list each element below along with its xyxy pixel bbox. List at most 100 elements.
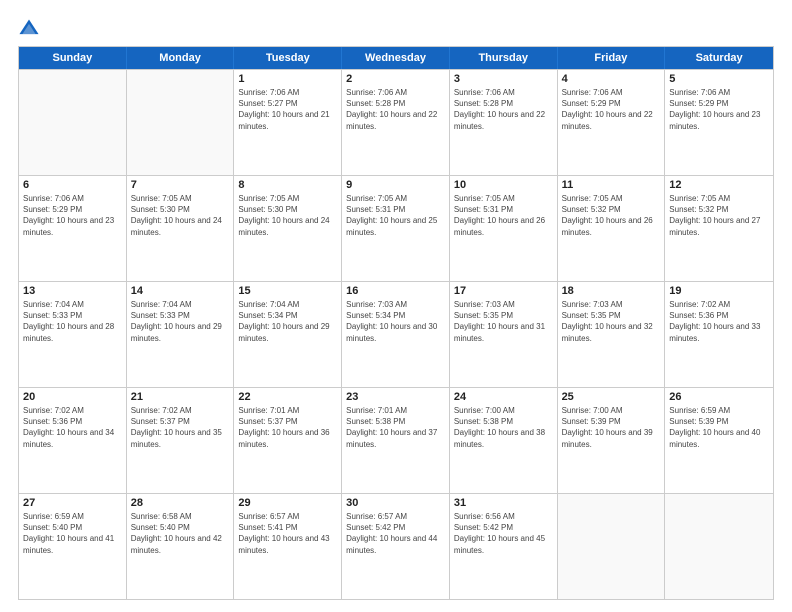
cell-info: Sunrise: 6:57 AM Sunset: 5:42 PM Dayligh… xyxy=(346,511,445,556)
cell-info: Sunrise: 7:00 AM Sunset: 5:38 PM Dayligh… xyxy=(454,405,553,450)
cell-info: Sunrise: 6:56 AM Sunset: 5:42 PM Dayligh… xyxy=(454,511,553,556)
day-number: 20 xyxy=(23,391,122,403)
day-number: 16 xyxy=(346,285,445,297)
calendar-cell: 16 Sunrise: 7:03 AM Sunset: 5:34 PM Dayli… xyxy=(342,282,450,387)
cell-info: Sunrise: 7:04 AM Sunset: 5:33 PM Dayligh… xyxy=(23,299,122,344)
day-number: 7 xyxy=(131,179,230,191)
calendar-cell: 1 Sunrise: 7:06 AM Sunset: 5:27 PM Daylig… xyxy=(234,70,342,175)
calendar: SundayMondayTuesdayWednesdayThursdayFrid… xyxy=(18,46,774,600)
day-number: 30 xyxy=(346,497,445,509)
cell-info: Sunrise: 7:02 AM Sunset: 5:36 PM Dayligh… xyxy=(669,299,769,344)
calendar-cell: 30 Sunrise: 6:57 AM Sunset: 5:42 PM Dayli… xyxy=(342,494,450,599)
calendar-cell: 10Sunrise: 7:05 AM Sunset: 5:31 PM Dayli… xyxy=(450,176,558,281)
calendar-row-1: 1 Sunrise: 7:06 AM Sunset: 5:27 PM Daylig… xyxy=(19,69,773,175)
cell-info: Sunrise: 6:57 AM Sunset: 5:41 PM Dayligh… xyxy=(238,511,337,556)
calendar-cell: 18Sunrise: 7:03 AM Sunset: 5:35 PM Dayli… xyxy=(558,282,666,387)
calendar-cell: 17 Sunrise: 7:03 AM Sunset: 5:35 PM Dayli… xyxy=(450,282,558,387)
cell-info: Sunrise: 7:04 AM Sunset: 5:34 PM Dayligh… xyxy=(238,299,337,344)
cell-info: Sunrise: 7:04 AM Sunset: 5:33 PM Dayligh… xyxy=(131,299,230,344)
cell-info: Sunrise: 6:59 AM Sunset: 5:39 PM Dayligh… xyxy=(669,405,769,450)
calendar-cell: 24 Sunrise: 7:00 AM Sunset: 5:38 PM Dayli… xyxy=(450,388,558,493)
day-number: 27 xyxy=(23,497,122,509)
cell-info: Sunrise: 7:06 AM Sunset: 5:28 PM Dayligh… xyxy=(346,87,445,132)
day-number: 18 xyxy=(562,285,661,297)
calendar-cell: 26 Sunrise: 6:59 AM Sunset: 5:39 PM Dayli… xyxy=(665,388,773,493)
day-number: 23 xyxy=(346,391,445,403)
day-header-thursday: Thursday xyxy=(450,47,558,69)
day-number: 12 xyxy=(669,179,769,191)
day-number: 17 xyxy=(454,285,553,297)
cell-info: Sunrise: 7:05 AM Sunset: 5:30 PM Dayligh… xyxy=(131,193,230,238)
cell-info: Sunrise: 7:05 AM Sunset: 5:31 PM Dayligh… xyxy=(454,193,553,238)
calendar-cell: 9Sunrise: 7:05 AM Sunset: 5:31 PM Daylig… xyxy=(342,176,450,281)
day-number: 5 xyxy=(669,73,769,85)
day-number: 28 xyxy=(131,497,230,509)
day-number: 22 xyxy=(238,391,337,403)
calendar-cell: 20 Sunrise: 7:02 AM Sunset: 5:36 PM Dayli… xyxy=(19,388,127,493)
calendar-cell: 19 Sunrise: 7:02 AM Sunset: 5:36 PM Dayli… xyxy=(665,282,773,387)
day-number: 1 xyxy=(238,73,337,85)
cell-info: Sunrise: 7:02 AM Sunset: 5:37 PM Dayligh… xyxy=(131,405,230,450)
calendar-row-5: 27 Sunrise: 6:59 AM Sunset: 5:40 PM Dayli… xyxy=(19,493,773,599)
cell-info: Sunrise: 7:03 AM Sunset: 5:34 PM Dayligh… xyxy=(346,299,445,344)
calendar-cell: 22 Sunrise: 7:01 AM Sunset: 5:37 PM Dayli… xyxy=(234,388,342,493)
calendar-cell xyxy=(19,70,127,175)
calendar-cell: 14 Sunrise: 7:04 AM Sunset: 5:33 PM Dayli… xyxy=(127,282,235,387)
cell-info: Sunrise: 7:05 AM Sunset: 5:30 PM Dayligh… xyxy=(238,193,337,238)
calendar-cell: 8 Sunrise: 7:05 AM Sunset: 5:30 PM Daylig… xyxy=(234,176,342,281)
page: SundayMondayTuesdayWednesdayThursdayFrid… xyxy=(0,0,792,612)
cell-info: Sunrise: 7:06 AM Sunset: 5:28 PM Dayligh… xyxy=(454,87,553,132)
day-number: 15 xyxy=(238,285,337,297)
calendar-cell: 25Sunrise: 7:00 AM Sunset: 5:39 PM Dayli… xyxy=(558,388,666,493)
day-header-friday: Friday xyxy=(558,47,666,69)
calendar-body: 1 Sunrise: 7:06 AM Sunset: 5:27 PM Daylig… xyxy=(19,69,773,599)
logo xyxy=(18,18,44,40)
day-number: 14 xyxy=(131,285,230,297)
day-number: 8 xyxy=(238,179,337,191)
calendar-cell: 5 Sunrise: 7:06 AM Sunset: 5:29 PM Daylig… xyxy=(665,70,773,175)
calendar-cell: 6 Sunrise: 7:06 AM Sunset: 5:29 PM Daylig… xyxy=(19,176,127,281)
day-number: 3 xyxy=(454,73,553,85)
calendar-cell xyxy=(127,70,235,175)
day-header-tuesday: Tuesday xyxy=(234,47,342,69)
day-header-monday: Monday xyxy=(127,47,235,69)
cell-info: Sunrise: 6:59 AM Sunset: 5:40 PM Dayligh… xyxy=(23,511,122,556)
calendar-cell: 28 Sunrise: 6:58 AM Sunset: 5:40 PM Dayli… xyxy=(127,494,235,599)
cell-info: Sunrise: 7:06 AM Sunset: 5:27 PM Dayligh… xyxy=(238,87,337,132)
cell-info: Sunrise: 7:05 AM Sunset: 5:32 PM Dayligh… xyxy=(562,193,661,238)
cell-info: Sunrise: 7:01 AM Sunset: 5:38 PM Dayligh… xyxy=(346,405,445,450)
cell-info: Sunrise: 7:01 AM Sunset: 5:37 PM Dayligh… xyxy=(238,405,337,450)
cell-info: Sunrise: 7:06 AM Sunset: 5:29 PM Dayligh… xyxy=(23,193,122,238)
calendar-cell: 2 Sunrise: 7:06 AM Sunset: 5:28 PM Daylig… xyxy=(342,70,450,175)
cell-info: Sunrise: 7:03 AM Sunset: 5:35 PM Dayligh… xyxy=(454,299,553,344)
calendar-cell: 29Sunrise: 6:57 AM Sunset: 5:41 PM Dayli… xyxy=(234,494,342,599)
calendar-cell xyxy=(665,494,773,599)
cell-info: Sunrise: 7:00 AM Sunset: 5:39 PM Dayligh… xyxy=(562,405,661,450)
day-number: 21 xyxy=(131,391,230,403)
calendar-cell: 23 Sunrise: 7:01 AM Sunset: 5:38 PM Dayli… xyxy=(342,388,450,493)
cell-info: Sunrise: 7:06 AM Sunset: 5:29 PM Dayligh… xyxy=(669,87,769,132)
day-number: 4 xyxy=(562,73,661,85)
cell-info: Sunrise: 7:02 AM Sunset: 5:36 PM Dayligh… xyxy=(23,405,122,450)
calendar-cell: 11Sunrise: 7:05 AM Sunset: 5:32 PM Dayli… xyxy=(558,176,666,281)
calendar-cell xyxy=(558,494,666,599)
cell-info: Sunrise: 7:06 AM Sunset: 5:29 PM Dayligh… xyxy=(562,87,661,132)
calendar-cell: 21 Sunrise: 7:02 AM Sunset: 5:37 PM Dayli… xyxy=(127,388,235,493)
calendar-cell: 13Sunrise: 7:04 AM Sunset: 5:33 PM Dayli… xyxy=(19,282,127,387)
calendar-cell: 15 Sunrise: 7:04 AM Sunset: 5:34 PM Dayli… xyxy=(234,282,342,387)
cell-info: Sunrise: 6:58 AM Sunset: 5:40 PM Dayligh… xyxy=(131,511,230,556)
day-number: 19 xyxy=(669,285,769,297)
day-number: 6 xyxy=(23,179,122,191)
calendar-cell: 12Sunrise: 7:05 AM Sunset: 5:32 PM Dayli… xyxy=(665,176,773,281)
day-number: 2 xyxy=(346,73,445,85)
day-header-saturday: Saturday xyxy=(665,47,773,69)
calendar-header: SundayMondayTuesdayWednesdayThursdayFrid… xyxy=(19,47,773,69)
day-number: 9 xyxy=(346,179,445,191)
day-number: 24 xyxy=(454,391,553,403)
day-header-sunday: Sunday xyxy=(19,47,127,69)
day-header-wednesday: Wednesday xyxy=(342,47,450,69)
calendar-cell: 7 Sunrise: 7:05 AM Sunset: 5:30 PM Daylig… xyxy=(127,176,235,281)
calendar-cell: 3 Sunrise: 7:06 AM Sunset: 5:28 PM Daylig… xyxy=(450,70,558,175)
day-number: 26 xyxy=(669,391,769,403)
day-number: 31 xyxy=(454,497,553,509)
